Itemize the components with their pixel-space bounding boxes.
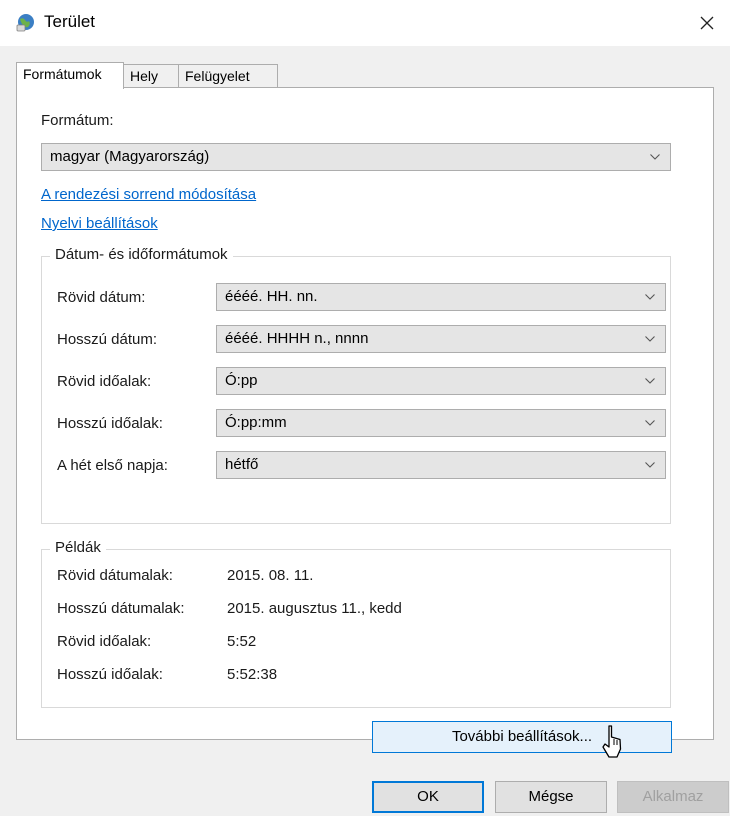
- chevron-down-icon: [645, 336, 655, 342]
- example-long-time-label: Hosszú időalak:: [57, 666, 163, 683]
- mouse-pointer-icon: [602, 725, 622, 758]
- formats-panel: Formátum: magyar (Magyarország) A rendez…: [16, 87, 714, 753]
- tab-location[interactable]: Hely: [123, 64, 179, 88]
- short-time-value: Ó:pp: [225, 372, 258, 389]
- sort-order-link[interactable]: A rendezési sorrend módosítása: [41, 186, 256, 203]
- more-settings-button[interactable]: További beállítások...: [372, 721, 672, 753]
- example-long-time-value: 5:52:38: [227, 666, 278, 683]
- example-long-date-value: 2015. augusztus 11., kedd: [227, 600, 402, 617]
- examples-title: Példák: [50, 539, 106, 556]
- short-date-label: Rövid dátum:: [57, 289, 146, 306]
- format-label: Formátum:: [41, 112, 114, 129]
- short-date-select[interactable]: éééé. HH. nn.: [216, 283, 666, 311]
- apply-button[interactable]: Alkalmaz: [617, 781, 729, 813]
- example-long-date-label: Hosszú dátumalak:: [57, 600, 185, 617]
- chevron-down-icon: [645, 420, 655, 426]
- chevron-down-icon: [650, 154, 660, 160]
- close-icon: [700, 16, 714, 30]
- first-day-of-week-value: hétfő: [225, 456, 259, 473]
- tab-administrative[interactable]: Felügyelet: [178, 64, 278, 88]
- examples-group: Példák Rövid dátumalak: 2015. 08. 11. Ho…: [41, 539, 671, 708]
- close-button[interactable]: [684, 0, 730, 46]
- ok-button[interactable]: OK: [372, 781, 484, 813]
- long-date-select[interactable]: éééé. HHHH n., nnnn: [216, 325, 666, 353]
- first-day-of-week-select[interactable]: hétfő: [216, 451, 666, 479]
- first-day-of-week-label: A hét első napja:: [57, 457, 168, 474]
- date-time-formats-title: Dátum- és időformátumok: [50, 246, 233, 263]
- long-time-select[interactable]: Ó:pp:mm: [216, 409, 666, 437]
- language-settings-link[interactable]: Nyelvi beállítások: [41, 215, 158, 232]
- long-time-value: Ó:pp:mm: [225, 414, 287, 431]
- region-globe-icon: [16, 14, 34, 32]
- chevron-down-icon: [645, 378, 655, 384]
- date-time-formats-group: Dátum- és időformátumok Rövid dátum: ééé…: [41, 246, 671, 524]
- short-time-label: Rövid időalak:: [57, 373, 152, 390]
- short-time-select[interactable]: Ó:pp: [216, 367, 666, 395]
- format-select-value: magyar (Magyarország): [50, 148, 210, 165]
- long-time-label: Hosszú időalak:: [57, 415, 163, 432]
- long-date-label: Hosszú dátum:: [57, 331, 158, 348]
- example-short-date-value: 2015. 08. 11.: [227, 567, 314, 584]
- example-short-time-value: 5:52: [227, 633, 257, 650]
- chevron-down-icon: [645, 462, 655, 468]
- window-title: Terület: [44, 12, 96, 31]
- example-short-time-label: Rövid időalak:: [57, 633, 152, 650]
- tab-formats[interactable]: Formátumok: [16, 62, 124, 89]
- cancel-button[interactable]: Mégse: [495, 781, 607, 813]
- short-date-value: éééé. HH. nn.: [225, 288, 318, 305]
- long-date-value: éééé. HHHH n., nnnn: [225, 330, 369, 347]
- example-short-date-label: Rövid dátumalak:: [57, 567, 173, 584]
- chevron-down-icon: [645, 294, 655, 300]
- format-select[interactable]: magyar (Magyarország): [41, 143, 671, 171]
- title-bar: Terület: [0, 0, 730, 46]
